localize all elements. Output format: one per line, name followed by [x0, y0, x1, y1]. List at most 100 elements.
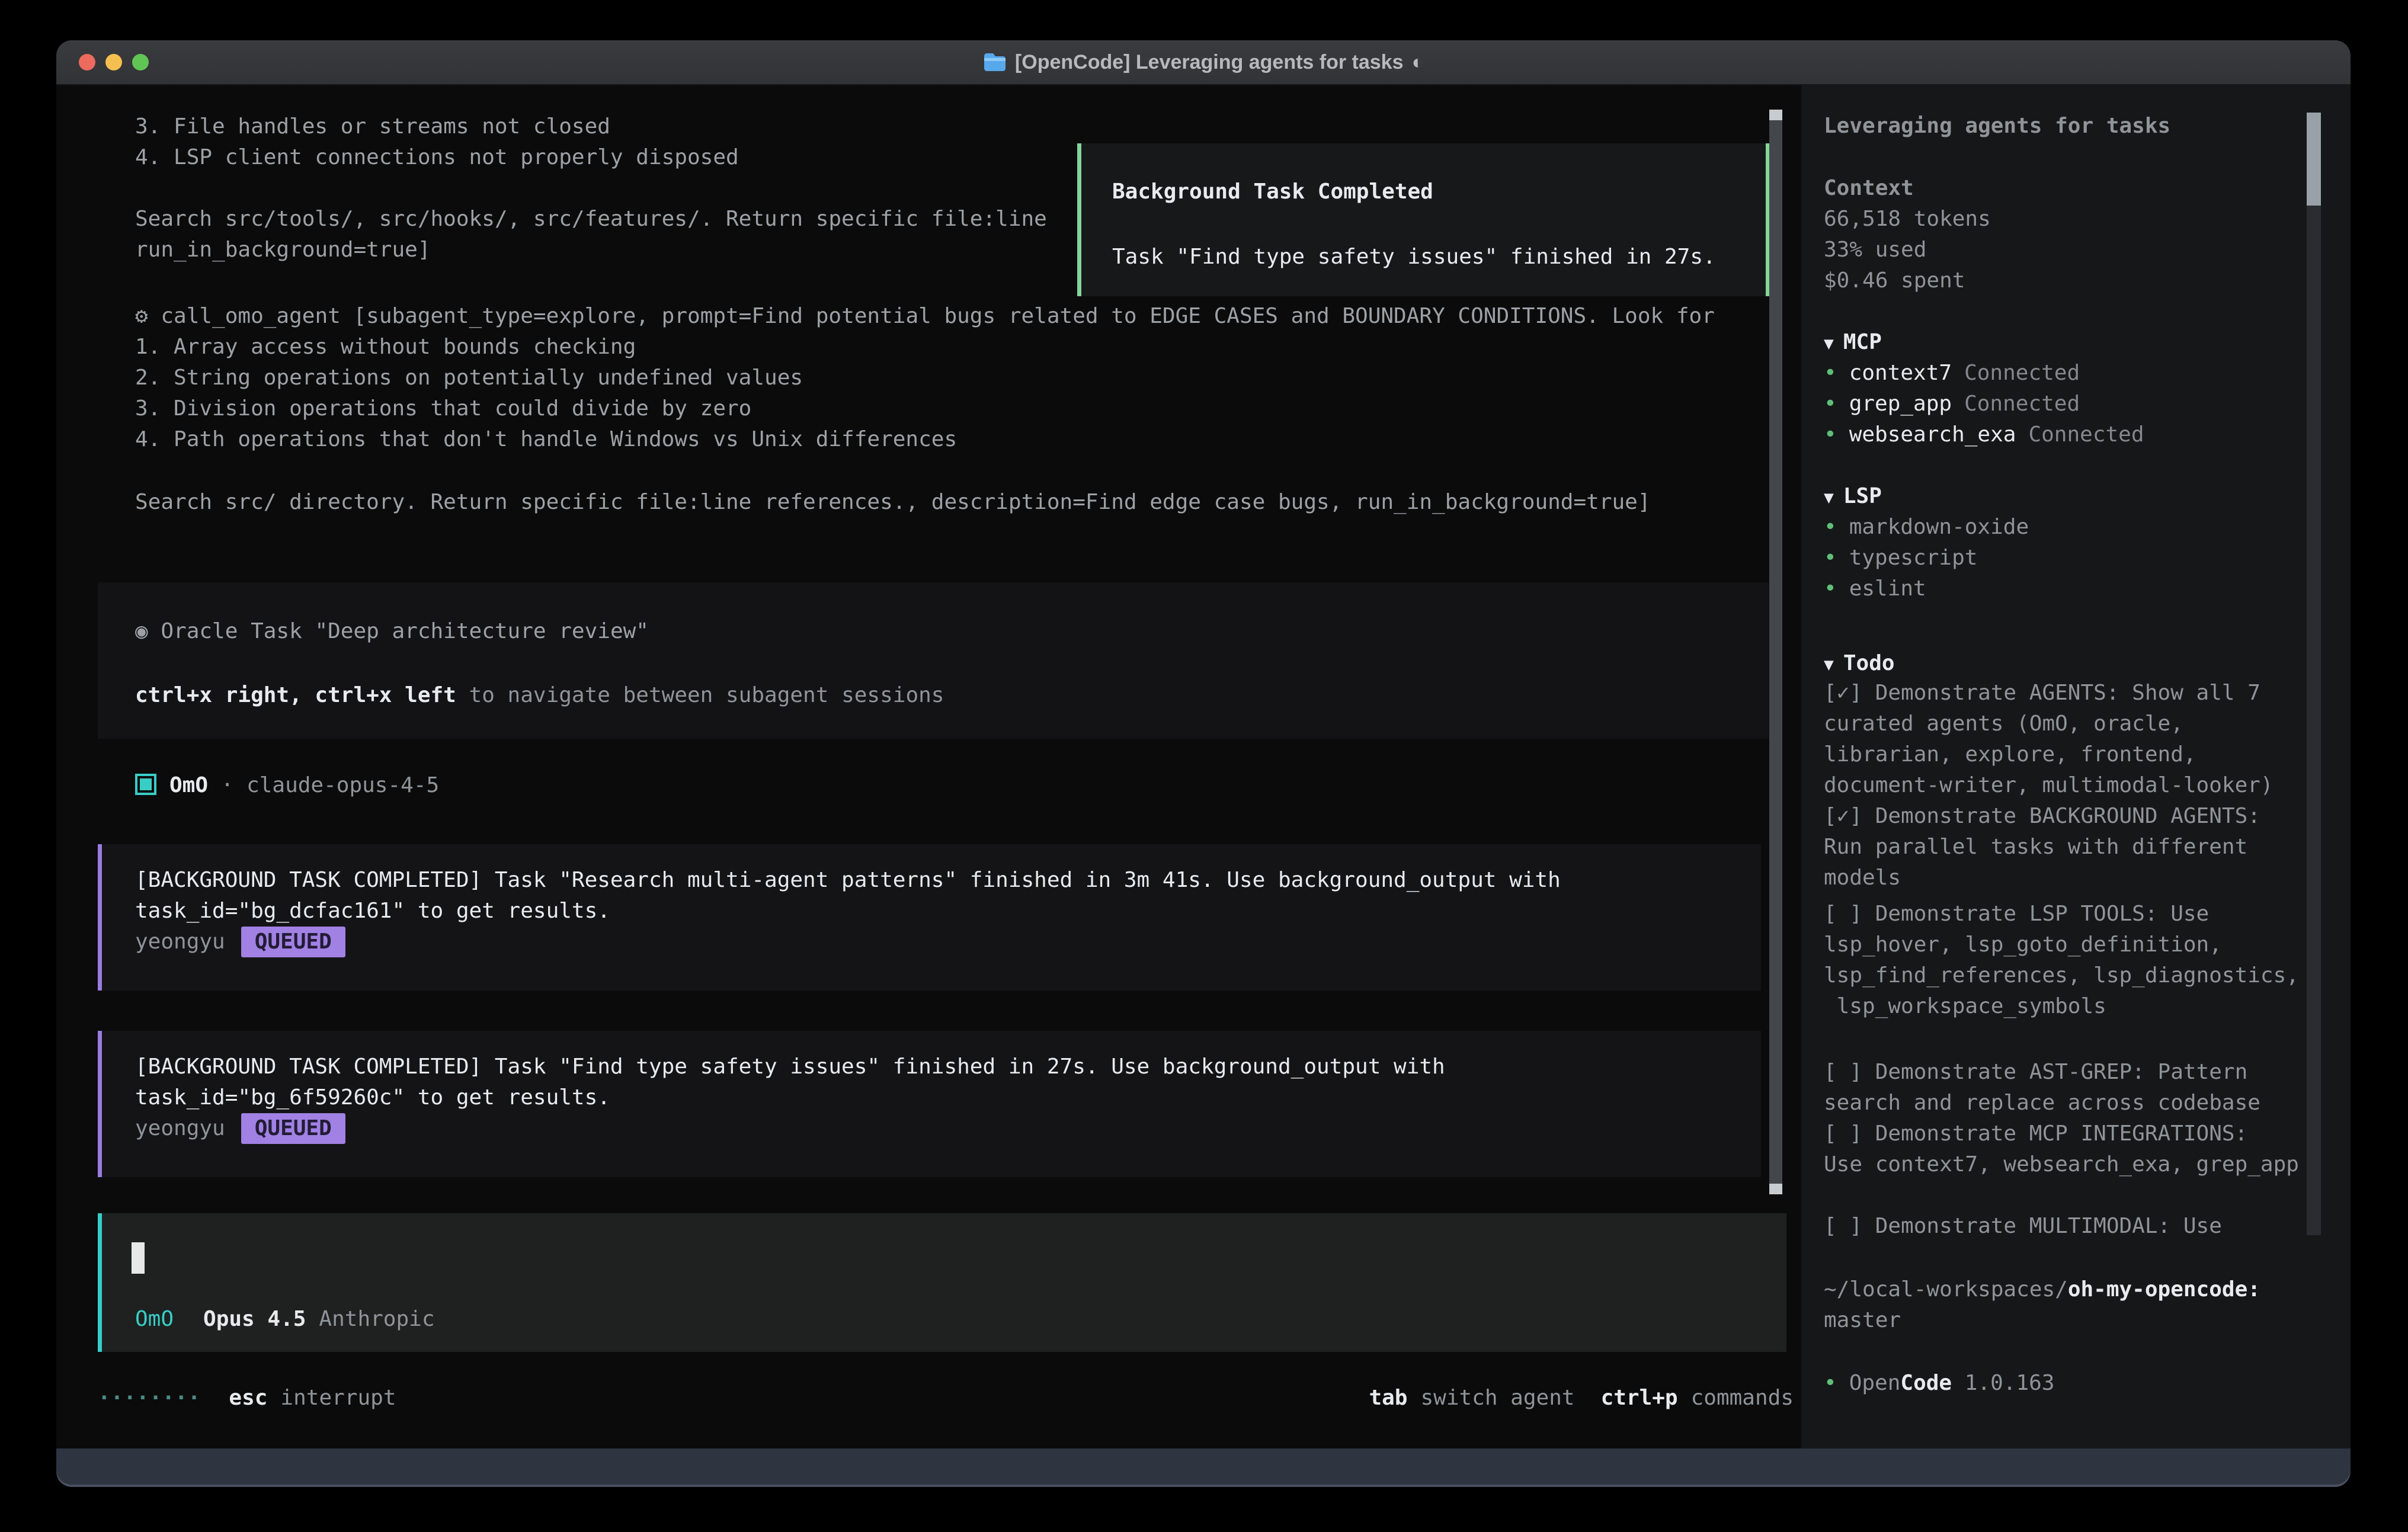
message-line: [BACKGROUND TASK COMPLETED] Task "Find t… — [135, 1052, 1445, 1082]
sidebar-scrollbar-thumb[interactable] — [2307, 113, 2321, 206]
text-cursor — [132, 1242, 145, 1274]
lsp-item: •eslint — [1824, 573, 1926, 604]
todo-line-pending: Use context7, websearch_exa, grep_app — [1824, 1149, 2299, 1180]
oracle-task-box[interactable]: ◉ Oracle Task "Deep architecture review"… — [98, 582, 1769, 739]
tool-call-line: Search src/ directory. Return specific f… — [135, 487, 1651, 518]
desktop: [OpenCode] Leveraging agents for tasks ◐… — [0, 0, 2408, 1532]
zoom-button[interactable] — [132, 54, 149, 70]
todo-line-done: [✓] Demonstrate AGENTS: Show all 7 — [1824, 678, 2260, 709]
window-bottom-edge — [56, 1448, 2351, 1487]
agent-separator: · — [208, 773, 246, 797]
message-line: [BACKGROUND TASK COMPLETED] Task "Resear… — [135, 865, 1561, 896]
mcp-item: •context7Connected — [1824, 358, 2080, 389]
statusbar-right: tabswitch agentctrl+pcommands — [1369, 1383, 1794, 1414]
input-provider: Anthropic — [319, 1307, 434, 1331]
input-agent-name[interactable]: OmO — [135, 1307, 174, 1331]
oracle-task-title: ◉ Oracle Task "Deep architecture review" — [135, 616, 649, 647]
workspace-repo: oh-my-opencode: — [2068, 1277, 2260, 1302]
todo-line-done: curated agents (OmO, oracle, — [1824, 709, 2183, 739]
mcp-item-name: grep_app — [1849, 392, 1952, 416]
chevron-down-icon: ▼ — [1824, 488, 1834, 507]
todo-line-done: [✓] Demonstrate BACKGROUND AGENTS: — [1824, 801, 2260, 832]
prompt-input[interactable]: OmO Opus 4.5 Anthropic — [98, 1213, 1786, 1352]
todo-line-active: lsp_find_references, lsp_diagnostics, — [1824, 960, 2299, 991]
ctrlp-key-label: commands — [1691, 1386, 1794, 1410]
todo-line-done: models — [1824, 863, 1901, 893]
agent-model: claude-opus-4-5 — [246, 773, 439, 797]
context-used: 33% used — [1824, 235, 1926, 265]
mcp-item: •websearch_exaConnected — [1824, 419, 2144, 450]
message-line: task_id="bg_6f59260c" to get results. — [135, 1082, 610, 1113]
gear-icon: ⚙ — [135, 304, 161, 328]
main-scrollbar-thumb-bottom[interactable] — [1769, 1184, 1782, 1194]
sidebar: Leveraging agents for tasks Context 66,5… — [1801, 84, 2351, 1448]
status-dot-icon: • — [1824, 422, 1837, 447]
lsp-item: •typescript — [1824, 543, 1977, 573]
agent-icon-fill — [140, 778, 152, 790]
ctrlp-key-hint: ctrl+p — [1601, 1386, 1678, 1410]
scrollback-line: run_in_background=true] — [135, 235, 431, 265]
input-model[interactable]: Opus 4.5 — [203, 1307, 306, 1331]
todo-line-pending: [ ] Demonstrate MULTIMODAL: Use — [1824, 1211, 2222, 1242]
mcp-section-header[interactable]: ▼ MCP — [1824, 327, 1882, 358]
todo-line-pending: [ ] Demonstrate AST-GREP: Pattern — [1824, 1057, 2247, 1088]
status-badge: QUEUED — [241, 927, 345, 957]
notification-title: Background Task Completed — [1112, 177, 1433, 207]
tool-call-line: 1. Array access without bounds checking — [135, 332, 636, 363]
version-number: 1.0.163 — [1952, 1371, 2054, 1395]
traffic-lights — [79, 54, 149, 70]
scrollback-line: 3. File handles or streams not closed — [135, 111, 610, 142]
lsp-section-header[interactable]: ▼ LSP — [1824, 481, 1882, 512]
todo-line-done: document-writer, multimodal-looker) — [1824, 770, 2273, 801]
status-dot-icon: • — [1824, 1371, 1837, 1395]
lsp-heading: LSP — [1843, 484, 1882, 508]
todo-line-active: [ ] Demonstrate LSP TOOLS: Use — [1824, 899, 2209, 930]
chevron-down-icon: ▼ — [1824, 334, 1834, 353]
workspace-path: ~/local-workspaces/oh-my-opencode: — [1824, 1274, 2260, 1305]
tool-call-line: 2. String operations on potentially unde… — [135, 363, 803, 393]
session-progress-icon: ◐ — [1412, 51, 1424, 74]
terminal-window: [OpenCode] Leveraging agents for tasks ◐… — [56, 40, 2351, 1487]
app-version: •OpenCode 1.0.163 — [1824, 1368, 2054, 1399]
record-icon: ◉ — [135, 619, 161, 643]
tool-call-line: ⚙ call_omo_agent [subagent_type=explore,… — [135, 301, 1715, 332]
workspace-branch: master — [1824, 1305, 1901, 1336]
session-title: Leveraging agents for tasks — [1824, 111, 2170, 142]
brand-prefix: Open — [1849, 1371, 1901, 1395]
todo-section-header[interactable]: ▼Todo — [1824, 648, 1895, 679]
status-badge: QUEUED — [241, 1113, 345, 1144]
close-button[interactable] — [79, 54, 95, 70]
titlebar[interactable]: [OpenCode] Leveraging agents for tasks ◐ — [56, 40, 2351, 85]
tool-call-text: call_omo_agent [subagent_type=explore, p… — [161, 304, 1715, 328]
context-tokens: 66,518 tokens — [1824, 204, 1991, 235]
status-dot-icon: • — [1824, 392, 1837, 416]
esc-key-label: interrupt — [280, 1386, 396, 1410]
mcp-item-status: Connected — [1964, 361, 2080, 385]
esc-key-hint: esc — [229, 1386, 267, 1410]
window-title-text: [OpenCode] Leveraging agents for tasks — [1015, 51, 1404, 74]
oracle-shortcut-hint: ctrl+x right, ctrl+x left to navigate be… — [135, 680, 944, 711]
notification-body: Task "Find type safety issues" finished … — [1112, 242, 1716, 273]
message-meta: yeongyuQUEUED — [135, 1113, 345, 1144]
background-task-message: [BACKGROUND TASK COMPLETED] Task "Find t… — [98, 1031, 1761, 1177]
tab-key-hint: tab — [1369, 1386, 1407, 1410]
status-dot-icon: • — [1824, 515, 1837, 539]
context-heading: Context — [1824, 173, 1914, 204]
main-scrollbar-thumb-top[interactable] — [1769, 110, 1782, 120]
lsp-item: •markdown-oxide — [1824, 512, 2029, 543]
background-task-notification: Background Task Completed Task "Find typ… — [1077, 143, 1770, 296]
agent-name: OmO — [169, 773, 208, 797]
message-meta: yeongyuQUEUED — [135, 927, 345, 957]
mcp-heading: MCP — [1843, 330, 1882, 354]
statusbar-left: ········escinterrupt — [98, 1383, 396, 1414]
minimize-button[interactable] — [105, 54, 122, 70]
background-task-message: [BACKGROUND TASK COMPLETED] Task "Resear… — [98, 844, 1761, 991]
sidebar-scrollbar-track[interactable] — [2307, 113, 2321, 1235]
main-scrollbar-track[interactable] — [1769, 110, 1782, 1194]
workspace-path-prefix: ~/local-workspaces/ — [1824, 1277, 2068, 1302]
mcp-item-status: Connected — [1964, 392, 2080, 416]
folder-icon — [983, 52, 1007, 72]
status-dot-icon: • — [1824, 576, 1837, 601]
todo-line-done: Run parallel tasks with different — [1824, 832, 2247, 863]
todo-line-active: lsp_hover, lsp_goto_definition, — [1824, 930, 2222, 960]
